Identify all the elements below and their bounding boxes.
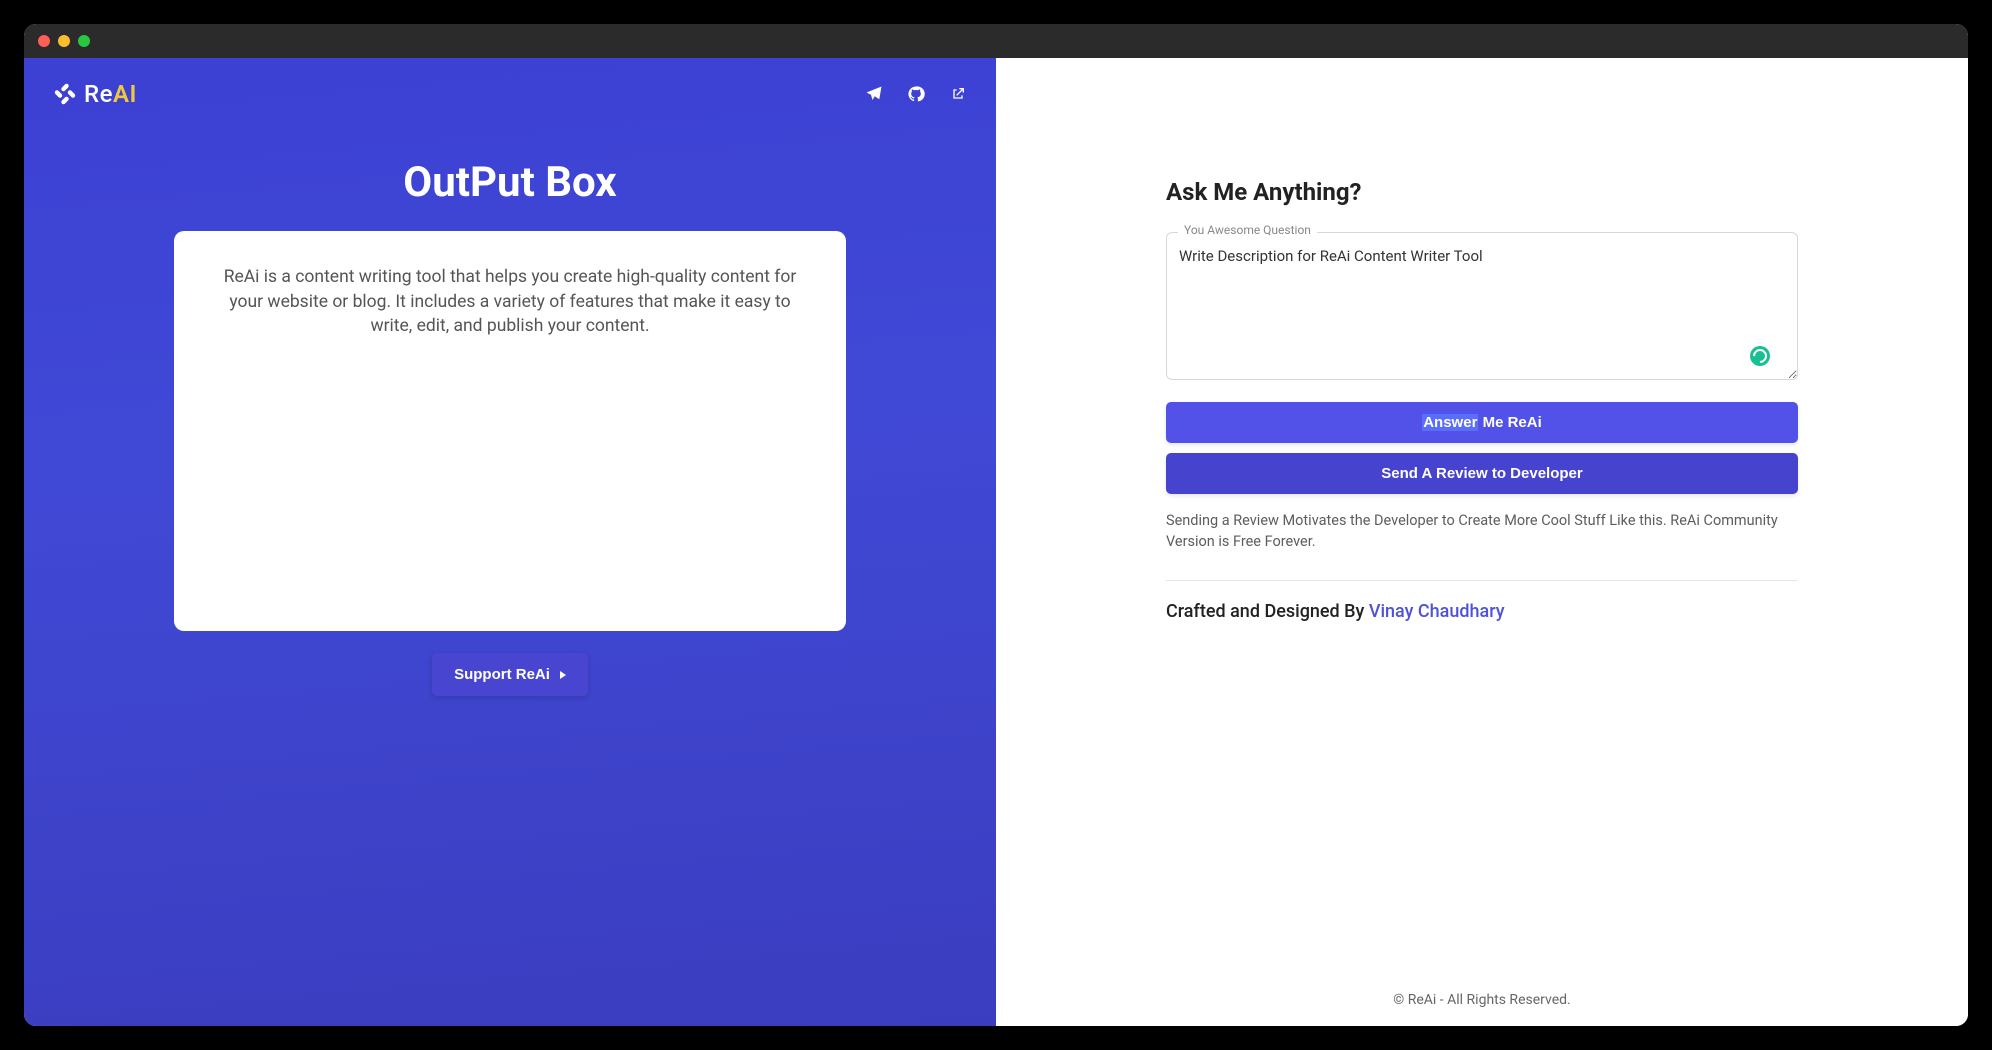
answer-button-rest: Me ReAi: [1478, 414, 1541, 431]
play-icon: [560, 671, 566, 679]
output-area: OutPut Box ReAi is a content writing too…: [44, 108, 976, 986]
window-close-button[interactable]: [38, 35, 50, 47]
crafted-prefix: Crafted and Designed By: [1166, 601, 1369, 622]
question-field: You Awesome Question: [1166, 232, 1798, 384]
review-note: Sending a Review Motivates the Developer…: [1166, 510, 1798, 552]
header-icons: [864, 84, 968, 104]
review-button[interactable]: Send A Review to Developer: [1166, 453, 1798, 494]
output-text: ReAi is a content writing tool that help…: [210, 265, 809, 339]
header-bar: ReAI: [44, 80, 976, 108]
window-titlebar: [24, 24, 1968, 58]
grammarly-icon[interactable]: [1750, 346, 1770, 366]
window-minimize-button[interactable]: [58, 35, 70, 47]
review-button-label: Send A Review to Developer: [1381, 465, 1582, 482]
output-box: ReAi is a content writing tool that help…: [174, 231, 845, 631]
brand-text: ReAI: [84, 80, 137, 108]
form-area: Ask Me Anything? You Awesome Question An…: [996, 58, 1968, 976]
output-title: OutPut Box: [403, 158, 616, 207]
question-input[interactable]: [1166, 232, 1798, 380]
github-icon[interactable]: [906, 84, 926, 104]
support-button-label: Support ReAi: [454, 666, 550, 683]
support-button[interactable]: Support ReAi: [432, 653, 588, 696]
window-maximize-button[interactable]: [78, 35, 90, 47]
ask-heading: Ask Me Anything?: [1166, 178, 1798, 206]
footer: © ReAi - All Rights Reserved.: [996, 976, 1968, 1026]
app-content: ReAI OutPut Box ReAi is a: [24, 58, 1968, 1026]
browser-window: ReAI OutPut Box ReAi is a: [24, 24, 1968, 1026]
logo-icon: [52, 81, 78, 107]
output-panel: ReAI OutPut Box ReAi is a: [24, 58, 996, 1026]
answer-button-highlight: Answer: [1422, 414, 1478, 431]
divider: [1166, 580, 1798, 581]
question-legend: You Awesome Question: [1178, 223, 1317, 237]
crafted-by: Crafted and Designed By Vinay Chaudhary: [1166, 601, 1798, 622]
developer-link[interactable]: Vinay Chaudhary: [1369, 601, 1505, 622]
footer-text: © ReAi - All Rights Reserved.: [1393, 992, 1570, 1008]
telegram-icon[interactable]: [864, 84, 884, 104]
answer-button[interactable]: Answer Me ReAi: [1166, 402, 1798, 443]
external-link-icon[interactable]: [948, 84, 968, 104]
brand-logo[interactable]: ReAI: [52, 80, 137, 108]
input-panel: Ask Me Anything? You Awesome Question An…: [996, 58, 1968, 1026]
